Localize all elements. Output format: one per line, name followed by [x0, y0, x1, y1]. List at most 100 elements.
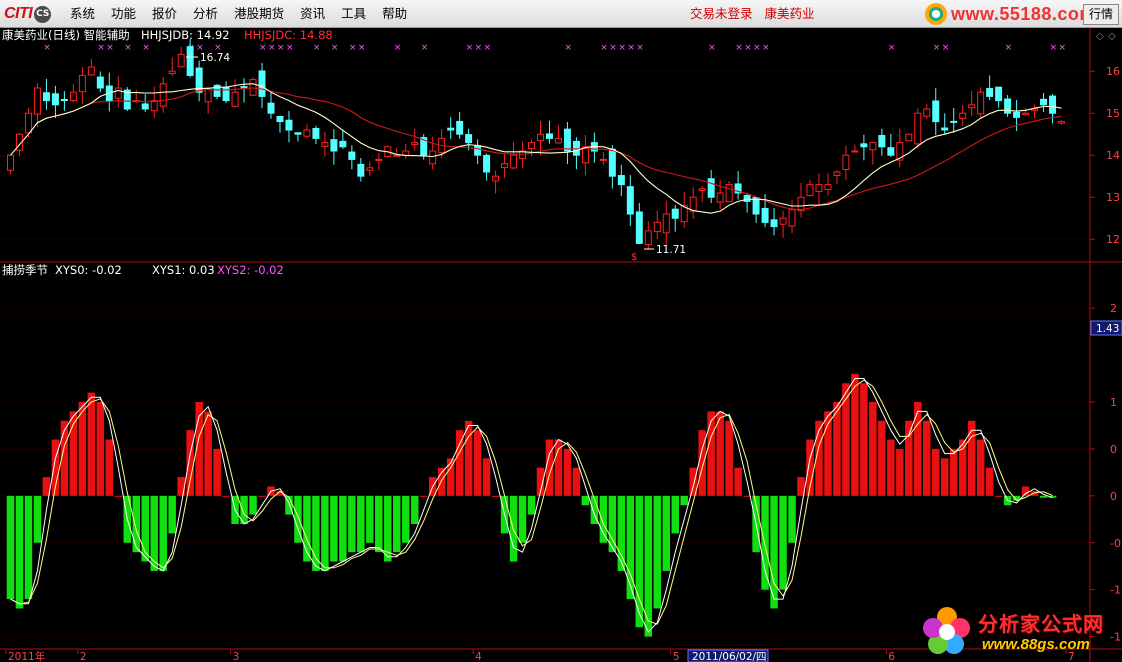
- osc-bar-positive: [455, 430, 464, 496]
- sell-marker: ×: [484, 43, 492, 53]
- sell-marker: ×: [888, 43, 896, 53]
- osc-bar-negative: [132, 495, 140, 553]
- candle-down: [348, 151, 356, 160]
- sell-marker: ×: [313, 43, 321, 53]
- osc-bar-positive: [258, 495, 266, 497]
- menu-news[interactable]: 资讯: [292, 0, 333, 28]
- value-badge-text: 1.43: [1096, 323, 1119, 335]
- candle-up: [249, 79, 257, 96]
- osc-bar-negative: [339, 495, 347, 562]
- osc-tick-label: -1: [1110, 584, 1121, 597]
- candle-up: [69, 91, 77, 102]
- osc-bar-negative: [24, 495, 33, 600]
- osc-bar-negative: [617, 495, 626, 571]
- osc-bar-negative: [6, 495, 15, 600]
- candle-up: [393, 154, 401, 157]
- stock-chart[interactable]: 1615141312 × × × × × × × × × × × × × × × × × × × × × × × × × × × × ×…: [0, 28, 1122, 662]
- price-tick-label: 12: [1106, 233, 1120, 246]
- menu-system[interactable]: 系统: [62, 0, 103, 28]
- candle-down: [483, 154, 491, 173]
- candle-up: [168, 70, 176, 75]
- osc-bar-positive: [204, 411, 212, 496]
- candle-down: [447, 127, 455, 131]
- menu-hk-futures[interactable]: 港股期货: [226, 0, 292, 28]
- candle-up: [644, 230, 652, 246]
- candle-up: [24, 112, 32, 134]
- osc-bar-negative: [410, 495, 419, 524]
- settings-diamond-icon[interactable]: ◇: [1096, 31, 1104, 42]
- candle-down: [626, 186, 634, 215]
- candle-up: [824, 184, 832, 190]
- candle-up: [7, 154, 14, 171]
- sell-marker: ×: [277, 43, 285, 53]
- osc-bar-positive: [985, 467, 994, 496]
- osc-bar-negative: [15, 495, 24, 609]
- flower-watermark-icon: [923, 607, 970, 654]
- menu-analysis[interactable]: 分析: [185, 0, 226, 28]
- candle-up: [177, 53, 185, 68]
- price-tick-label: 13: [1106, 191, 1120, 204]
- candle-down: [707, 178, 715, 198]
- candle-down: [267, 102, 275, 114]
- osc-bar-positive: [114, 495, 123, 497]
- osc-bar-positive: [572, 467, 581, 496]
- candle-down: [1013, 111, 1021, 118]
- osc-bar-negative: [581, 495, 590, 506]
- menu-help[interactable]: 帮助: [374, 0, 415, 28]
- candle-up: [33, 87, 41, 115]
- candle-up: [788, 209, 796, 227]
- sell-marker: ×: [933, 43, 941, 53]
- panel-marker-icon[interactable]: ◇: [1108, 31, 1116, 42]
- osc-bar-negative: [402, 495, 410, 543]
- candle-up: [537, 133, 544, 142]
- sell-marker: ×: [609, 43, 617, 53]
- candle-down: [563, 128, 571, 152]
- oscillator-title: 捕捞季节: [2, 263, 48, 277]
- watermark-site-url: www.88gs.com: [982, 636, 1090, 653]
- candle-down: [1004, 98, 1012, 114]
- candle-up: [725, 184, 733, 203]
- candle-up: [905, 133, 913, 142]
- menu-quotes[interactable]: 报价: [144, 0, 185, 28]
- watermark-bottom: 分析家公式网 www.88gs.com: [920, 604, 1120, 662]
- sell-marker: ×: [286, 43, 294, 53]
- osc-bar-positive: [932, 448, 940, 496]
- candle-down: [186, 46, 194, 76]
- sell-marker: ×: [97, 43, 105, 53]
- candle-down: [60, 98, 68, 102]
- osc-bar-positive: [105, 439, 114, 496]
- candle-up: [429, 150, 437, 165]
- candle-up: [914, 112, 922, 145]
- osc-bar-negative: [662, 495, 670, 571]
- candle-down: [1040, 98, 1048, 106]
- sell-marker: ×: [753, 43, 761, 53]
- osc-bar-positive: [940, 458, 949, 496]
- candle-up: [698, 188, 706, 191]
- sell-marker: ×: [708, 43, 716, 53]
- candle-up: [968, 104, 976, 109]
- candle-up: [231, 91, 239, 107]
- osc-bar-negative: [159, 495, 167, 571]
- osc-tick-label: 0: [1110, 490, 1117, 503]
- sell-marker: ×: [627, 43, 635, 53]
- menu-functions[interactable]: 功能: [103, 0, 144, 28]
- current-stock-name: 康美药业: [764, 6, 815, 21]
- candle-up: [492, 175, 500, 182]
- candle-up: [977, 91, 985, 115]
- quote-button[interactable]: 行情: [1083, 4, 1119, 25]
- osc-bar-negative: [33, 495, 42, 543]
- candle-up: [1022, 112, 1030, 116]
- osc-bar-negative: [653, 495, 662, 609]
- watermark-site-name: 分析家公式网: [978, 612, 1104, 636]
- osc-bar-negative: [393, 495, 401, 553]
- candle-up: [869, 142, 877, 151]
- candle-up: [501, 163, 509, 169]
- login-status[interactable]: 交易未登录: [690, 6, 753, 21]
- menu-tools[interactable]: 工具: [333, 0, 374, 28]
- candle-up: [159, 83, 167, 107]
- osc-bar-positive: [563, 448, 572, 496]
- osc-bar-negative: [249, 495, 257, 515]
- candle-up: [87, 66, 95, 76]
- osc-bar-positive: [914, 402, 922, 496]
- candle-down: [357, 163, 365, 177]
